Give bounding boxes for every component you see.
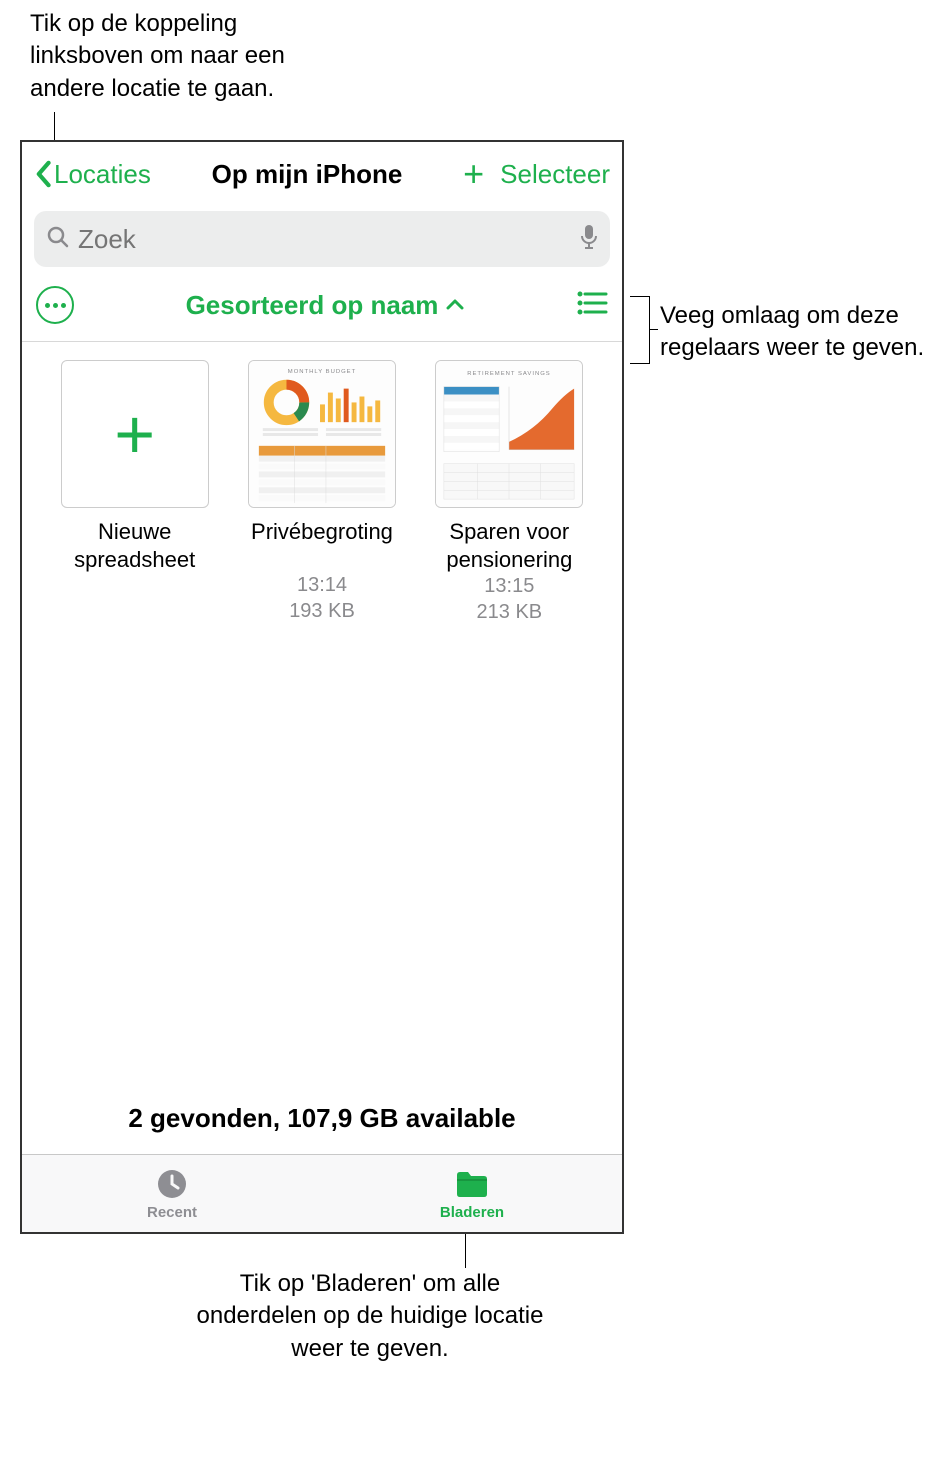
new-spreadsheet-button[interactable]: +: [61, 360, 209, 508]
page-title: Op mijn iPhone: [157, 159, 457, 190]
grid-item: MONTHLY BUDGET: [237, 360, 406, 625]
svg-text:MONTHLY BUDGET: MONTHLY BUDGET: [288, 369, 356, 375]
svg-text:RETIREMENT SAVINGS: RETIREMENT SAVINGS: [468, 371, 552, 377]
back-label: Locaties: [54, 159, 151, 190]
new-spreadsheet-label: Nieuwe spreadsheet: [50, 518, 219, 573]
chevron-up-icon: [446, 299, 464, 311]
add-button[interactable]: +: [463, 156, 484, 192]
sort-label-text: Gesorteerd op naam: [186, 290, 439, 321]
footer-status: 2 gevonden, 107,9 GB available: [22, 1089, 622, 1154]
sort-button[interactable]: Gesorteerd op naam: [74, 290, 576, 321]
list-view-button[interactable]: [576, 290, 608, 321]
select-button[interactable]: Selecteer: [500, 159, 610, 190]
callout-bottom: Tik op 'Bladeren' om alle onderdelen op …: [195, 1268, 545, 1365]
chevron-left-icon: [34, 160, 52, 188]
back-button[interactable]: Locaties: [34, 159, 151, 190]
navbar-right: + Selecteer: [463, 156, 610, 192]
document-grid: + Nieuwe spreadsheet MONTHLY BUDGET: [22, 342, 622, 1089]
clock-icon: [153, 1167, 191, 1201]
callout-top: Tik op de koppeling linksboven om naar e…: [30, 8, 330, 105]
search-bar[interactable]: [34, 211, 610, 267]
plus-icon: +: [114, 399, 155, 469]
tab-browse[interactable]: Bladeren: [322, 1155, 622, 1232]
more-button[interactable]: [36, 286, 74, 324]
document-meta: 13:14 193 KB: [289, 572, 355, 624]
document-meta: 13:15 213 KB: [477, 573, 543, 625]
document-time: 13:14: [289, 572, 355, 598]
grid-item-new: + Nieuwe spreadsheet: [50, 360, 219, 625]
document-time: 13:15: [477, 573, 543, 599]
callout-right-stub: [650, 329, 658, 330]
tab-recent[interactable]: Recent: [22, 1155, 322, 1232]
document-thumbnail[interactable]: MONTHLY BUDGET: [248, 360, 396, 508]
document-label: Privébegroting: [251, 518, 393, 572]
tab-recent-label: Recent: [147, 1204, 197, 1221]
sort-row: Gesorteerd op naam: [22, 277, 622, 333]
microphone-icon[interactable]: [580, 224, 598, 255]
document-label: Sparen voor pensionering: [425, 518, 594, 573]
callout-bottom-leader: [465, 1232, 466, 1268]
grid-item: RETIREMENT SAVINGS: [425, 360, 594, 625]
search-input[interactable]: [78, 224, 572, 255]
document-size: 213 KB: [477, 599, 543, 625]
callout-right: Veeg omlaag om deze regelaars weer te ge…: [660, 300, 940, 365]
document-size: 193 KB: [289, 598, 355, 624]
document-thumbnail[interactable]: RETIREMENT SAVINGS: [435, 360, 583, 508]
tabbar: Recent Bladeren: [22, 1154, 622, 1232]
folder-icon: [453, 1167, 491, 1201]
tab-browse-label: Bladeren: [440, 1204, 504, 1221]
phone-frame: Locaties Op mijn iPhone + Selecteer Geso…: [20, 140, 624, 1234]
search-icon: [46, 225, 70, 254]
navbar: Locaties Op mijn iPhone + Selecteer: [22, 142, 622, 207]
callout-right-bracket: [630, 296, 650, 364]
